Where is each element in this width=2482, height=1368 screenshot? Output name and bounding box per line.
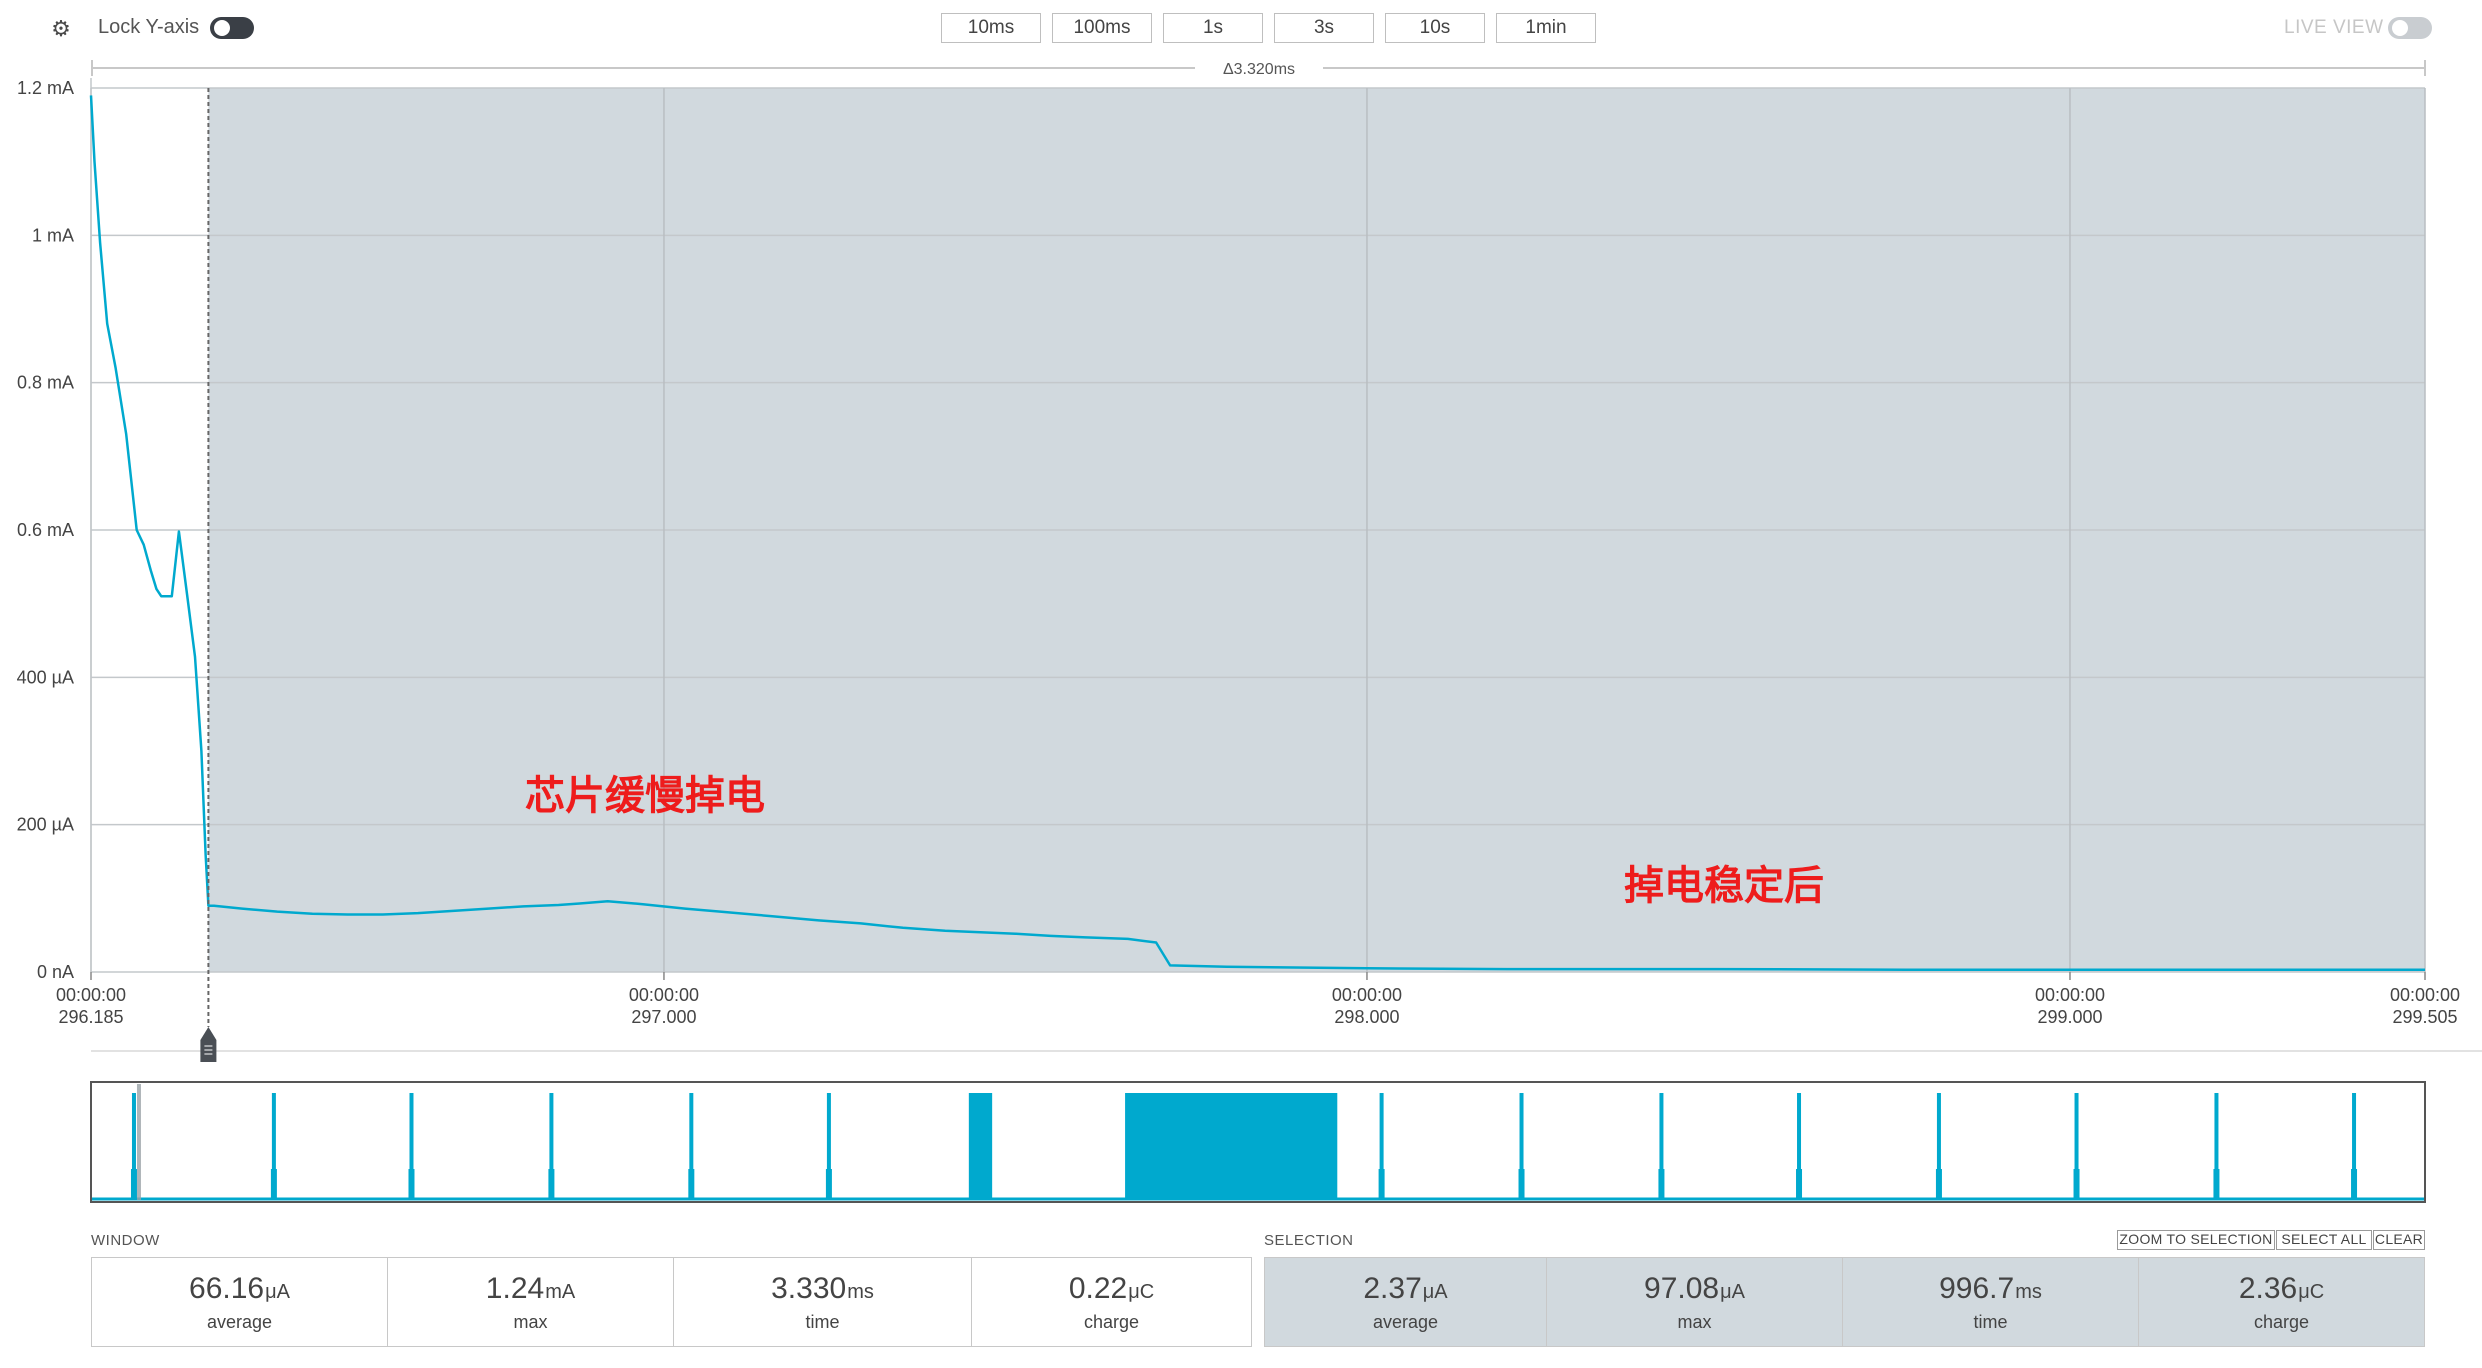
selection-delta-label: Δ3.320ms xyxy=(1223,61,1295,78)
overview-spike-base xyxy=(1935,1169,1942,1199)
stat-value: 3.330ms xyxy=(771,1272,874,1305)
current-chart[interactable]: Δ3.320ms 1.2 mA 1 mA 0.8 mA 0.6 mA 400 µA 200… xyxy=(0,0,2482,1368)
zoom-to-selection-button[interactable]: ZOOM TO SELECTION xyxy=(2117,1230,2275,1250)
overview-burst xyxy=(968,1093,993,1199)
y-tick-label: 200 µA xyxy=(17,815,74,835)
overview-spike-base xyxy=(408,1169,415,1199)
stat-value: 2.37μA xyxy=(1363,1272,1448,1305)
x-tick-time: 00:00:00 xyxy=(629,985,699,1005)
annotation-after-power-down: 掉电稳定后 xyxy=(1624,863,1824,909)
x-tick-value: 299.000 xyxy=(2037,1007,2102,1027)
stat-name: max xyxy=(1677,1312,1712,1332)
window-section-label: WINDOW xyxy=(91,1232,160,1249)
overview-spike-base xyxy=(548,1169,555,1199)
x-tick-value: 297.000 xyxy=(631,1007,696,1027)
overview-spike-base xyxy=(1658,1169,1665,1199)
window-average-stat: 66.16μA average xyxy=(91,1257,388,1347)
selection-charge-stat: 2.36μC charge xyxy=(2138,1257,2425,1347)
clear-selection-button[interactable]: CLEAR xyxy=(2373,1230,2425,1250)
stat-value: 66.16μA xyxy=(189,1272,290,1305)
window-max-stat: 1.24mA max xyxy=(387,1257,674,1347)
overview-spike-base xyxy=(1378,1169,1385,1199)
selection-cursor-handle[interactable] xyxy=(200,1027,217,1062)
stat-name: charge xyxy=(2253,1312,2310,1332)
overview-burst xyxy=(1125,1093,1338,1199)
x-tick-time: 00:00:00 xyxy=(2035,985,2105,1005)
selection-max-stat: 97.08μA max xyxy=(1546,1257,1843,1347)
x-tick-value: 296.185 xyxy=(58,1007,123,1027)
y-tick-label: 0.8 mA xyxy=(17,373,74,393)
stat-name: charge xyxy=(1083,1312,1140,1332)
annotation-slow-power-down: 芯片缓慢掉电 xyxy=(525,773,765,819)
overview-spike-base xyxy=(270,1169,277,1199)
overview-spike-base xyxy=(2073,1169,2080,1199)
stat-name: average xyxy=(1372,1312,1439,1332)
selection-time-stat: 996.7ms time xyxy=(1842,1257,2139,1347)
overview-spike-base xyxy=(825,1169,832,1199)
y-tick-label: 1.2 mA xyxy=(17,78,74,98)
x-tick-value: 298.000 xyxy=(1334,1007,1399,1027)
overview-window-marker xyxy=(136,1084,141,1200)
x-tick-time: 00:00:00 xyxy=(56,985,126,1005)
y-tick-label: 1 mA xyxy=(32,225,74,245)
overview-spike-base xyxy=(1796,1169,1803,1199)
overview-spike-base xyxy=(2213,1169,2220,1199)
selection-section-label: SELECTION xyxy=(1264,1232,1354,1249)
overview-spike-base xyxy=(130,1169,137,1199)
x-tick-value: 299.505 xyxy=(2392,1007,2457,1027)
window-time-stat: 3.330ms time xyxy=(673,1257,972,1347)
stat-value: 0.22μC xyxy=(1068,1272,1155,1305)
stat-name: time xyxy=(805,1312,840,1332)
y-tick-label: 0 nA xyxy=(37,962,74,982)
stat-name: average xyxy=(206,1312,273,1332)
window-charge-stat: 0.22μC charge xyxy=(971,1257,1252,1347)
y-tick-label: 0.6 mA xyxy=(17,520,74,540)
y-tick-label: 400 µA xyxy=(17,667,74,687)
x-tick-time: 00:00:00 xyxy=(1332,985,1402,1005)
stat-value: 97.08μA xyxy=(1644,1272,1745,1305)
overview-spike-base xyxy=(2351,1169,2358,1199)
overview-spike-base xyxy=(688,1169,695,1199)
x-tick-time: 00:00:00 xyxy=(2390,985,2460,1005)
select-all-button[interactable]: SELECT ALL xyxy=(2276,1230,2372,1250)
stat-name: max xyxy=(513,1312,548,1332)
stat-value: 1.24mA xyxy=(485,1272,576,1305)
selection-average-stat: 2.37μA average xyxy=(1264,1257,1547,1347)
stat-name: time xyxy=(1973,1312,2008,1332)
stat-value: 2.36μC xyxy=(2238,1272,2325,1305)
stat-value: 996.7ms xyxy=(1939,1272,2042,1305)
overview-spike-base xyxy=(1518,1169,1525,1199)
